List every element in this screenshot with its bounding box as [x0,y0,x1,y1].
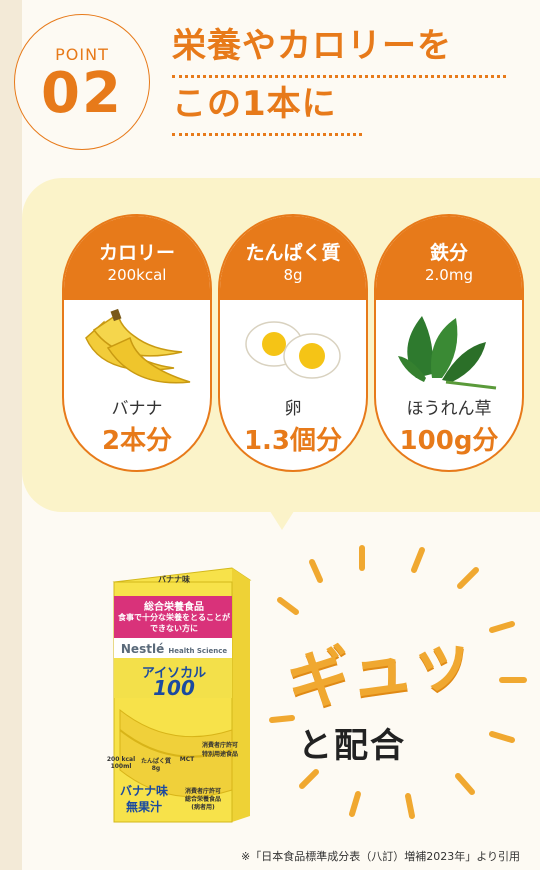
card-food-name: ほうれん草 [406,399,492,419]
card-nutrient-name: 鉄分 [429,242,468,264]
spinach-icon [376,308,522,392]
point-number: 02 [41,61,123,126]
card-nutrient-name: たんぱく質 [245,242,341,264]
card-food-name: 卵 [284,399,302,419]
pack-tagline-1: 食事で十分な栄養をとることが [118,613,230,622]
headline-line-2: この1本に [172,76,362,136]
card-nutrient-amount: 200kcal [107,266,167,284]
card-food-equivalent: 2本分 [101,426,173,456]
pack-stat-mct: MCT [179,756,195,763]
pack-stat-energy: 200 kcal 100ml [106,756,136,770]
card-nutrient-amount: 2.0mg [425,266,473,284]
card-nutrient-amount: 8g [283,266,303,284]
pack-no-juice: 無果汁 [125,800,162,814]
product-package: バナナ味 総合栄養食品 食事で十分な栄養をとることが できない方に Nestlé… [100,560,260,830]
card-food-name: バナナ [111,399,163,419]
card-food-equivalent: 1.3個分 [243,426,343,456]
card-nutrient-name: カロリー [98,242,175,264]
pack-approval-3: (病者用) [191,804,215,811]
egg-icon [220,308,366,392]
pack-top-flavor: バナナ味 [158,575,190,584]
emphasis-small-text: と配合 [298,726,406,766]
left-edge-texture [0,0,22,870]
nutrient-card-calorie: カロリー 200kcal バナナ 2本分 [62,214,212,472]
card-food-equivalent: 100g分 [399,426,499,456]
pack-brand-name: Nestlé [120,642,165,656]
speech-bubble-tail [268,508,296,530]
point-badge: POINT 02 [14,14,150,150]
pack-brand: Nestlé Health Science [114,642,234,656]
pack-seal: 消費者庁許可 特別用途食品 [201,742,238,758]
nutrient-card-protein: たんぱく質 8g 卵 1.3個分 [218,214,368,472]
nutrient-card-iron: 鉄分 2.0mg ほうれん草 100g分 [374,214,524,472]
pack-category: 総合栄養食品 [144,602,204,613]
pack-brand-sub: Health Science [168,647,228,655]
pack-flavor: バナナ味 [119,784,168,798]
headline-line-1: 栄養やカロリーを [172,18,506,78]
pack-tagline-2: できない方に [150,624,198,633]
page: POINT 02 栄養やカロリーを この1本に カロリー 200kcal バナナ… [0,0,540,870]
pack-product-number: 100 [153,676,195,700]
footnote: ※「日本食品標準成分表（八訂）増補2023年」より引用 [241,850,520,863]
banana-icon [64,308,210,392]
pack-stat-protein: たんぱく質 8g [140,758,171,772]
